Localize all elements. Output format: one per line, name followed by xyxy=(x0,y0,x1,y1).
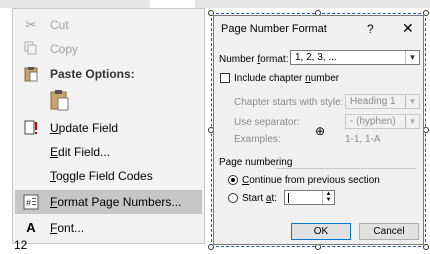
start-at-spinner[interactable]: ▲ ▼ xyxy=(284,190,335,205)
close-icon[interactable]: ✕ xyxy=(402,20,414,37)
help-button[interactable]: ? xyxy=(367,22,374,36)
paste-keep-text-icon[interactable] xyxy=(50,89,70,111)
chapter-style-label: Chapter starts with style: xyxy=(234,97,344,108)
include-chapter-checkbox[interactable] xyxy=(220,73,230,83)
chevron-down-icon: ▼ xyxy=(405,95,419,108)
menu-item-label: Copy xyxy=(50,42,79,56)
menu-item-label: Paste Options: xyxy=(50,67,135,81)
menu-item-label-rest: pdate Field xyxy=(58,121,119,135)
menu-item-label: Cut xyxy=(50,18,69,32)
menu-item-toggle-field-codes[interactable]: Toggle Field Codes xyxy=(13,164,204,188)
menu-item-label: Update Field xyxy=(50,121,119,135)
chevron-down-icon: ▼ xyxy=(405,51,419,64)
section-divider xyxy=(276,168,416,169)
start-at-label: Start at: xyxy=(242,193,278,204)
separator-value: - (hyphen) xyxy=(350,116,396,127)
text-cursor xyxy=(288,193,289,203)
menu-item-update-field[interactable]: Update Field xyxy=(13,116,204,140)
menu-item-label: Format Page Numbers... xyxy=(50,195,182,209)
font-icon: A xyxy=(26,220,36,235)
continue-radio[interactable] xyxy=(228,175,238,185)
clipboard-icon xyxy=(23,66,39,82)
number-format-value: 1, 2, 3, ... xyxy=(295,52,337,63)
page-number-format-dialog: Page Number Format ? ✕ Number format: 1,… xyxy=(213,15,424,245)
menu-item-label: Toggle Field Codes xyxy=(50,169,153,183)
continue-label: Continue from previous section xyxy=(242,175,380,186)
dialog-title: Page Number Format xyxy=(221,23,327,35)
number-format-select[interactable]: 1, 2, 3, ... ▼ xyxy=(290,50,420,65)
separator-select[interactable]: - (hyphen) ▼ xyxy=(345,114,420,129)
include-chapter-label: Include chapter number xyxy=(234,73,340,84)
context-menu: ✂ Cut Copy Paste Options: Update Field E… xyxy=(12,8,205,244)
svg-text:#: # xyxy=(26,198,31,208)
copy-icon xyxy=(23,41,39,57)
cancel-button[interactable]: Cancel xyxy=(359,223,419,240)
page-number-text: 12 xyxy=(14,238,28,252)
document-background xyxy=(0,0,430,8)
examples-value: 1-1, 1-A xyxy=(345,134,381,145)
number-format-label: Number format: xyxy=(219,54,289,65)
menu-item-font[interactable]: A Font... xyxy=(13,216,204,240)
update-field-icon xyxy=(23,120,39,136)
scissors-icon: ✂ xyxy=(25,17,37,32)
spinner-buttons[interactable]: ▲ ▼ xyxy=(322,191,334,204)
examples-label: Examples: xyxy=(234,134,281,145)
menu-item-format-page-numbers[interactable]: # Format Page Numbers... xyxy=(15,190,202,214)
menu-item-copy[interactable]: Copy xyxy=(13,37,204,61)
chapter-style-value: Heading 1 xyxy=(350,96,396,107)
chevron-down-icon: ▼ xyxy=(405,115,419,128)
menu-item-label: Edit Field... xyxy=(50,145,111,159)
move-cursor-icon: ⊕ xyxy=(315,124,326,138)
document-background-strip xyxy=(150,0,195,8)
separator-label: Use separator: xyxy=(234,117,300,128)
menu-item-cut[interactable]: ✂ Cut xyxy=(13,13,204,37)
format-page-numbers-icon: # xyxy=(23,194,39,210)
page-numbering-heading: Page numbering xyxy=(219,157,293,168)
chapter-style-select[interactable]: Heading 1 ▼ xyxy=(345,94,420,109)
menu-item-label: Font... xyxy=(50,221,85,235)
menu-item-paste-options: Paste Options: xyxy=(13,62,204,86)
start-at-radio[interactable] xyxy=(228,193,238,203)
menu-item-edit-field[interactable]: Edit Field... xyxy=(13,140,204,164)
ok-button[interactable]: OK xyxy=(291,223,351,240)
